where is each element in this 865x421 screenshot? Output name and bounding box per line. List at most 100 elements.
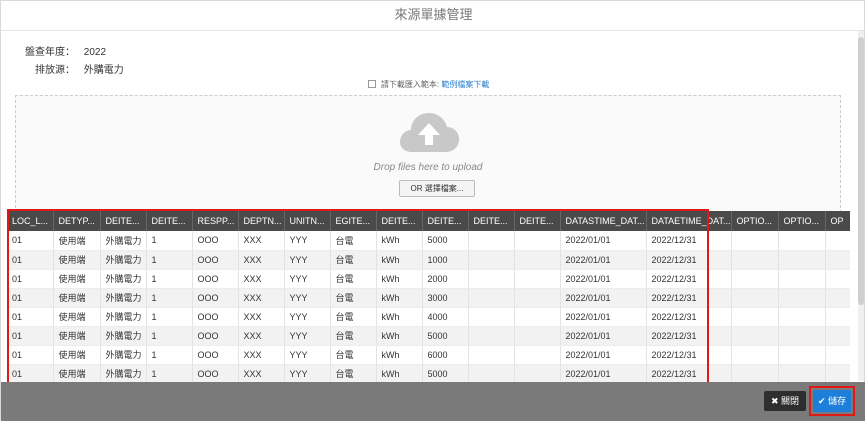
table-cell [468,269,515,289]
import-dialog: 來源單據管理 盤查年度： 2022 排放源： 外購電力 請下載匯入範本: 範例檔… [0,0,865,421]
table-row[interactable]: 01 使用端 外購電力 1 OOO XXX YYY 台電 kWh 1000 2022/01/01 20… [7,250,850,270]
table-row[interactable]: 01 使用端 外購電力 1 OOO XXX YYY 台電 kWh 6000 2022/01/01 20… [7,345,850,365]
table-cell [731,269,779,289]
table-cell: 2022/01/01 [560,250,647,270]
table-cell: 使用端 [53,364,101,382]
table-cell [514,307,561,327]
template-download-link[interactable]: 範例檔案下載 [441,80,489,89]
table-cell: YYY [284,345,331,365]
table-cell: YYY [284,269,331,289]
table-cell: 台電 [330,250,377,270]
table-cell: 01 [7,231,54,251]
column-header[interactable]: OPTIO... [778,211,826,231]
table-cell: 外購電力 [100,307,147,327]
drop-text: Drop files here to upload [373,162,483,173]
column-header[interactable]: LOC_L... [7,211,54,231]
table-row[interactable]: 01 使用端 外購電力 1 OOO XXX YYY 台電 kWh 5000 2022/01/01 20… [7,231,850,251]
table-cell [825,231,850,251]
table-cell: 5000 [422,231,469,251]
table-header: LOC_L... DETYP... DEITE... DEITE... RESPP...… [7,211,850,231]
table-cell: 使用端 [53,231,101,251]
table-cell [514,326,561,346]
column-header[interactable]: DEITE... [514,211,561,231]
table-cell [468,326,515,346]
upload-dropzone[interactable]: Drop files here to upload OR 選擇檔案... [15,95,841,213]
preview-table: LOC_L... DETYP... DEITE... DEITE... RESPP...… [7,211,850,382]
table-cell: 使用端 [53,345,101,365]
table-row[interactable]: 01 使用端 外購電力 1 OOO XXX YYY 台電 kWh 3000 2022/01/01 20… [7,288,850,308]
scrollbar-thumb[interactable] [858,37,864,305]
table-cell [825,345,850,365]
column-header[interactable]: OP [825,211,850,231]
table-cell: 2022/12/31 [646,288,732,308]
table-cell: 外購電力 [100,326,147,346]
vertical-scrollbar[interactable] [858,31,864,381]
table-cell: kWh [376,288,423,308]
close-button[interactable]: ✖ 關閉 [764,391,806,411]
table-cell: 2022/12/31 [646,231,732,251]
table-row[interactable]: 01 使用端 外購電力 1 OOO XXX YYY 台電 kWh 2000 2022/01/01 20… [7,269,850,289]
column-header[interactable]: DATAETIME_DAT... [646,211,732,231]
table-cell: YYY [284,250,331,270]
table-cell: 外購電力 [100,288,147,308]
table-cell: OOO [192,345,239,365]
column-header[interactable]: DEITE... [468,211,515,231]
column-header[interactable]: DETYP... [53,211,101,231]
table-row[interactable]: 01 使用端 外購電力 1 OOO XXX YYY 台電 kWh 5000 2022/01/01 20… [7,364,850,382]
table-cell [514,364,561,382]
table-cell: 台電 [330,364,377,382]
column-header[interactable]: DEITE... [146,211,193,231]
table-cell [731,345,779,365]
table-cell: 2022/12/31 [646,250,732,270]
close-label: 關閉 [781,396,800,406]
table-cell: 01 [7,250,54,270]
table-cell [778,250,826,270]
table-cell [778,231,826,251]
table-row[interactable]: 01 使用端 外購電力 1 OOO XXX YYY 台電 kWh 5000 2022/01/01 20… [7,326,850,346]
table-cell: 台電 [330,326,377,346]
table-cell [778,307,826,327]
table-row[interactable]: 01 使用端 外購電力 1 OOO XXX YYY 台電 kWh 4000 2022/01/01 20… [7,307,850,327]
table-cell [731,326,779,346]
table-cell: OOO [192,250,239,270]
year-row: 盤查年度： 2022 [15,43,106,58]
table-cell: 2022/01/01 [560,288,647,308]
table-cell [514,269,561,289]
table-cell: 外購電力 [100,364,147,382]
column-header[interactable]: EGITE... [330,211,377,231]
table-cell [825,288,850,308]
column-header[interactable]: DEITE... [100,211,147,231]
year-value: 2022 [83,47,107,58]
check-icon: ✔ [817,396,826,406]
column-header[interactable]: DATASTIME_DAT... [560,211,647,231]
table-cell: 01 [7,364,54,382]
table-cell [731,288,779,308]
template-hint: 請下載匯入範本: 範例檔案下載 [1,79,856,90]
column-header[interactable]: RESPP... [192,211,239,231]
choose-file-button[interactable]: OR 選擇檔案... [399,180,475,197]
table-cell: 01 [7,269,54,289]
table-cell: 外購電力 [100,345,147,365]
column-header[interactable]: DEPTN... [238,211,285,231]
table-cell: 外購電力 [100,269,147,289]
column-header[interactable]: DEITE... [422,211,469,231]
table-cell [468,307,515,327]
table-cell [468,231,515,251]
table-cell [514,288,561,308]
cloud-upload-icon [400,113,460,152]
table-cell: 1 [146,326,193,346]
column-header[interactable]: OPTIO... [731,211,779,231]
save-button[interactable]: ✔ 儲存 [813,390,851,412]
table-cell: YYY [284,288,331,308]
table-cell: 台電 [330,288,377,308]
table-cell: 2022/01/01 [560,364,647,382]
column-header[interactable]: UNITN... [284,211,331,231]
table-cell: 1000 [422,250,469,270]
table-cell: 01 [7,288,54,308]
table-cell [731,250,779,270]
table-cell: 2022/12/31 [646,345,732,365]
column-header[interactable]: DEITE... [376,211,423,231]
table-cell [514,231,561,251]
table-cell: 01 [7,307,54,327]
table-cell: 使用端 [53,288,101,308]
